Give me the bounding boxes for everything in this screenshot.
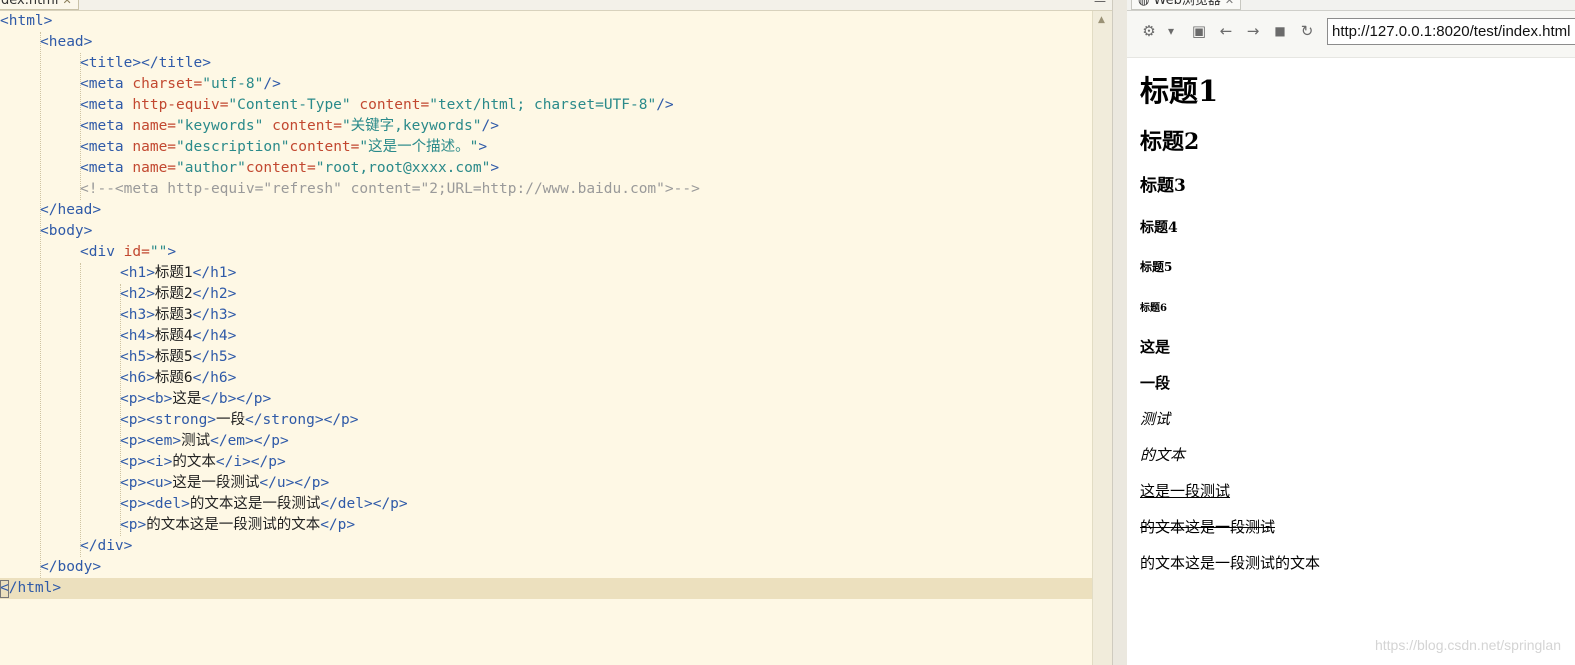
code-line: <h5>标题5</h5> — [120, 349, 237, 365]
web-browser-pane[interactable]: ◍ Web浏览器 ✕ ⚙ ▾ ▣ ← → ■ ↻ http://127.0.0.1… — [1127, 0, 1575, 665]
code-line: <p><u>这是一段测试</u></p> — [120, 475, 330, 491]
code-line: <h1>标题1</h1> — [120, 265, 237, 281]
code-line: <h2>标题2</h2> — [120, 286, 237, 302]
rendered-page: 标题1 标题2 标题3 标题4 标题5 标题6 这是 一段 测试 的文本 这是一… — [1127, 58, 1575, 665]
close-icon[interactable]: ✕ — [62, 0, 71, 7]
browser-toolbar: ⚙ ▾ ▣ ← → ■ ↻ http://127.0.0.1:8020/test… — [1127, 11, 1575, 58]
code-line: <meta name="keywords" content="关键字,keywo… — [80, 118, 499, 134]
back-icon[interactable]: ← — [1216, 21, 1236, 41]
preview-h2: 标题2 — [1140, 129, 1200, 155]
code-line: <p><em>测试</em></p> — [120, 433, 289, 449]
preview-h6: 标题6 — [1140, 303, 1167, 314]
preview-p-del: 的文本这是一段测试 — [1140, 518, 1276, 536]
url-input[interactable]: http://127.0.0.1:8020/test/index.html — [1327, 18, 1575, 45]
code-line: </body> — [40, 559, 102, 575]
code-line: <html> — [0, 13, 53, 29]
code-line: <p><strong>一段</strong></p> — [120, 412, 359, 428]
code-line: <h6>标题6</h6> — [120, 370, 237, 386]
close-icon[interactable]: ✕ — [1225, 0, 1234, 7]
code-line: <p>的文本这是一段测试的文本</p> — [120, 517, 356, 533]
console-icon[interactable]: ▣ — [1189, 21, 1209, 41]
code-line: <p><b>这是</b></p> — [120, 391, 272, 407]
browser-tab-bar: ◍ Web浏览器 ✕ — [1127, 0, 1575, 11]
settings-icon[interactable]: ⚙ — [1139, 21, 1159, 41]
code-line: <meta charset="utf-8"/> — [80, 76, 281, 92]
code-line-current: </html> — [0, 578, 1092, 599]
watermark-text: https://blog.csdn.net/springlan — [1374, 637, 1561, 653]
indent-guide — [80, 263, 81, 557]
preview-h3: 标题3 — [1140, 176, 1186, 196]
preview-h4: 标题4 — [1140, 220, 1178, 236]
code-editor-pane[interactable]: dex.html ✕ — <html> <head> <title></title… — [0, 0, 1113, 665]
editor-scrollbar[interactable]: ▲ — [1092, 11, 1113, 665]
globe-icon: ◍ — [1138, 0, 1154, 8]
editor-tab-bar: dex.html ✕ — — [0, 0, 1112, 11]
code-line: <meta name="author"content="root,root@xx… — [80, 160, 500, 176]
code-line: <!--<meta http-equiv="refresh" content="… — [80, 181, 700, 197]
minimize-icon[interactable]: — — [1094, 0, 1106, 8]
chevron-down-icon[interactable]: ▾ — [1161, 21, 1181, 41]
editor-tab-index-html[interactable]: dex.html ✕ — [0, 0, 79, 10]
code-line: </head> — [40, 202, 102, 218]
code-line: <h4>标题4</h4> — [120, 328, 237, 344]
code-line: <p><i>的文本</i></p> — [120, 454, 286, 470]
forward-icon[interactable]: → — [1243, 21, 1263, 41]
code-line: <title></title> — [80, 55, 211, 71]
code-line: <meta name="description"content="这是一个描述。… — [80, 139, 488, 155]
preview-p-underline: 这是一段测试 — [1140, 482, 1231, 500]
preview-p-plain: 的文本这是一段测试的文本 — [1140, 554, 1321, 572]
code-line: </div> — [80, 538, 133, 554]
code-line: <body> — [40, 223, 93, 239]
cursor-box — [0, 580, 9, 598]
refresh-icon[interactable]: ↻ — [1297, 21, 1317, 41]
preview-h1: 标题1 — [1140, 74, 1219, 108]
code-line: <head> — [40, 34, 93, 50]
code-line: <div id=""> — [80, 244, 177, 260]
scroll-up-arrow-icon[interactable]: ▲ — [1098, 15, 1105, 25]
code-line: <p><del>的文本这是一段测试</del></p> — [120, 496, 408, 512]
code-line: <meta http-equiv="Content-Type" content=… — [80, 97, 674, 113]
browser-tab[interactable]: ◍ Web浏览器 ✕ — [1131, 0, 1242, 10]
preview-p-em: 测试 — [1140, 410, 1171, 428]
preview-p-strong: 一段 — [1140, 374, 1171, 392]
preview-p-bold: 这是 — [1140, 338, 1171, 356]
indent-guide — [40, 32, 41, 578]
code-line: <h3>标题3</h3> — [120, 307, 237, 323]
browser-tab-label: Web浏览器 — [1153, 0, 1221, 8]
stop-icon[interactable]: ■ — [1270, 21, 1290, 41]
code-text-area[interactable]: <html> <head> <title></title> <meta char… — [0, 11, 1092, 665]
preview-p-italic: 的文本 — [1140, 446, 1186, 464]
editor-tab-label: dex.html — [1, 0, 59, 8]
preview-h5: 标题5 — [1140, 260, 1173, 274]
pane-divider[interactable] — [1112, 0, 1128, 665]
